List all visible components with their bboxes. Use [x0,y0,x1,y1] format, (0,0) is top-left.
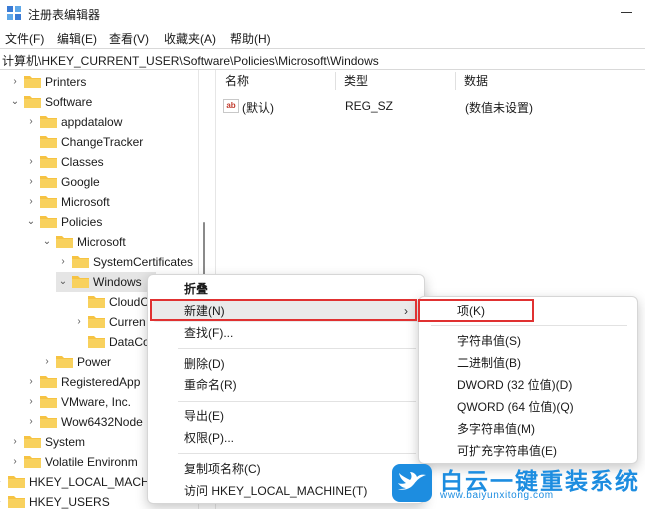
folder-icon [40,396,57,408]
menu-help[interactable]: 帮助(H) [229,30,272,47]
column-divider[interactable] [455,72,456,90]
menu-item-permissions[interactable]: 权限(P)... [148,427,424,449]
folder-icon [40,116,57,128]
menu-view[interactable]: 查看(V) [108,30,150,47]
folder-icon [88,296,105,308]
chevron-down-icon[interactable]: ⌄ [24,215,38,229]
column-header-name[interactable]: 名称 [225,70,249,92]
folder-icon [24,76,41,88]
chevron-right-icon[interactable]: › [0,495,6,509]
chevron-right-icon[interactable]: › [40,355,54,369]
highlight-new [150,299,417,321]
value-type: REG_SZ [345,99,394,113]
chevron-right-icon[interactable]: › [8,455,22,469]
menu-item-goto-hklm[interactable]: 访问 HKEY_LOCAL_MACHINE(T) [148,480,424,502]
folder-icon [40,136,57,148]
menu-separator [178,401,416,402]
submenu-item-expandable-string[interactable]: 可扩充字符串值(E) [419,440,637,462]
menu-file[interactable]: 文件(F) [4,30,45,47]
menu-edit[interactable]: 编辑(E) [56,30,98,47]
menu-separator [431,325,627,326]
address-bar[interactable]: 计算机\HKEY_CURRENT_USER\Software\Policies\… [0,48,645,70]
registry-editor-icon [7,6,21,20]
folder-icon [24,436,41,448]
highlight-key [418,299,534,322]
menu-item-copy-key-name[interactable]: 复制项名称(C) [148,458,424,480]
bird-logo-icon [392,464,432,502]
chevron-right-icon[interactable]: › [8,75,22,89]
column-header-type[interactable]: 类型 [344,70,368,92]
folder-icon [8,496,25,508]
folder-icon [56,236,73,248]
submenu-item-qword[interactable]: QWORD (64 位值)(Q) [419,396,637,418]
submenu-item-dword[interactable]: DWORD (32 位值)(D) [419,374,637,396]
menu-item-delete[interactable]: 删除(D) [148,353,424,375]
column-header-data[interactable]: 数据 [464,70,488,92]
chevron-right-icon[interactable]: › [24,395,38,409]
folder-icon [40,196,57,208]
chevron-down-icon[interactable]: ⌄ [40,235,54,249]
menu-item-find[interactable]: 查找(F)... [148,322,424,344]
table-row[interactable]: ab (默认) REG_SZ (数值未设置) [217,96,645,116]
watermark-url: www.baiyunxitong.com [440,490,554,501]
submenu-item-binary-value[interactable]: 二进制值(B) [419,352,637,374]
chevron-down-icon[interactable]: ⌄ [56,275,70,289]
folder-icon [40,416,57,428]
column-divider[interactable] [335,72,336,90]
folder-icon [40,216,57,228]
menu-bar: 文件(F) 编辑(E) 查看(V) 收藏夹(A) 帮助(H) [0,26,645,48]
address-path: 计算机\HKEY_CURRENT_USER\Software\Policies\… [2,54,379,68]
chevron-down-icon[interactable]: ⌄ [8,95,22,109]
menu-item-rename[interactable]: 重命名(R) [148,374,424,396]
submenu-item-multi-string[interactable]: 多字符串值(M) [419,418,637,440]
watermark: 白云一键重装系统 www.baiyunxitong.com [392,462,642,506]
chevron-right-icon[interactable]: › [24,175,38,189]
chevron-right-icon[interactable]: › [24,115,38,129]
chevron-right-icon[interactable]: › [0,475,6,489]
folder-icon [56,356,73,368]
menu-separator [178,348,416,349]
minimize-icon[interactable] [619,4,635,20]
folder-icon [88,336,105,348]
folder-icon [72,256,89,268]
chevron-right-icon[interactable]: › [24,415,38,429]
chevron-right-icon[interactable]: › [24,195,38,209]
tree-item-windows[interactable]: ⌄ Windows [56,272,156,292]
menu-item-export[interactable]: 导出(E) [148,405,424,427]
folder-icon [24,96,41,108]
submenu-item-string-value[interactable]: 字符串值(S) [419,330,637,352]
folder-icon [88,316,105,328]
menu-favorites[interactable]: 收藏夹(A) [163,30,217,47]
chevron-right-icon[interactable]: › [24,375,38,389]
folder-icon [40,156,57,168]
folder-icon [24,456,41,468]
chevron-right-icon[interactable]: › [72,315,86,329]
string-value-icon: ab [223,99,239,113]
folder-icon [40,176,57,188]
chevron-right-icon[interactable]: › [24,155,38,169]
folder-icon [8,476,25,488]
value-data: (数值未设置) [465,101,533,115]
menu-separator [178,453,416,454]
window-title: 注册表编辑器 [28,8,101,22]
menu-item-collapse[interactable]: 折叠 [148,278,424,300]
title-bar: 注册表编辑器 [0,0,645,26]
value-name: (默认) [242,101,274,115]
folder-icon [72,276,89,288]
chevron-right-icon[interactable]: › [56,255,70,269]
chevron-right-icon[interactable]: › [8,435,22,449]
folder-icon [40,376,57,388]
